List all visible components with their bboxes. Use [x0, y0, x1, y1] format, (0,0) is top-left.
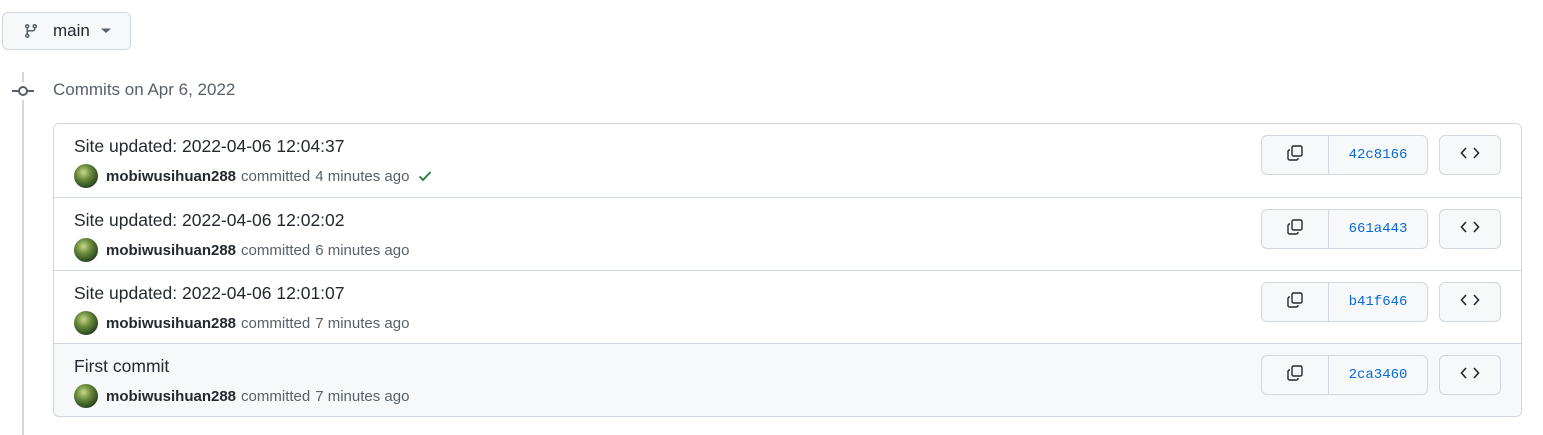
commit-sha-link[interactable]: 2ca3460: [1329, 356, 1427, 394]
caret-down-icon: [100, 27, 112, 35]
timeline-line: [22, 72, 24, 435]
commit-sha-link[interactable]: 661a443: [1329, 210, 1427, 248]
avatar[interactable]: [74, 164, 98, 188]
branch-name: main: [53, 21, 90, 40]
code-icon: [1460, 220, 1480, 239]
browse-repo-button[interactable]: [1439, 209, 1501, 249]
sha-button-group: 2ca3460: [1261, 355, 1428, 395]
git-branch-icon: [23, 23, 39, 39]
avatar[interactable]: [74, 311, 98, 335]
avatar[interactable]: [74, 384, 98, 408]
copy-icon: [1286, 218, 1304, 241]
copy-sha-button[interactable]: [1262, 136, 1329, 174]
sha-button-group: 42c8166: [1261, 135, 1428, 175]
browse-repo-button[interactable]: [1439, 355, 1501, 395]
commit-title-link[interactable]: Site updated: 2022-04-06 12:04:37: [74, 136, 345, 157]
copy-sha-button[interactable]: [1262, 283, 1329, 321]
commit-title-link[interactable]: Site updated: 2022-04-06 12:01:07: [74, 283, 345, 304]
browse-repo-button[interactable]: [1439, 282, 1501, 322]
commit-row: Site updated: 2022-04-06 12:04:37 mobiwu…: [54, 124, 1521, 197]
avatar[interactable]: [74, 238, 98, 262]
committed-label: committed: [241, 167, 311, 185]
commit-list: Site updated: 2022-04-06 12:04:37 mobiwu…: [53, 123, 1522, 417]
committed-label: committed: [241, 241, 311, 259]
commit-meta: mobiwusihuan288 committed 7 minutes ago: [74, 384, 409, 408]
commit-title-link[interactable]: First commit: [74, 356, 169, 377]
author-link[interactable]: mobiwusihuan288: [106, 388, 236, 405]
copy-icon: [1286, 364, 1304, 387]
author-link[interactable]: mobiwusihuan288: [106, 242, 236, 259]
code-icon: [1460, 366, 1480, 385]
commit-time: 4 minutes ago: [315, 167, 410, 185]
code-icon: [1460, 146, 1480, 165]
commit-row: Site updated: 2022-04-06 12:01:07 mobiwu…: [54, 270, 1521, 343]
copy-icon: [1286, 291, 1304, 314]
author-link[interactable]: mobiwusihuan288: [106, 315, 236, 332]
copy-sha-button[interactable]: [1262, 210, 1329, 248]
sha-button-group: b41f646: [1261, 282, 1428, 322]
code-icon: [1460, 293, 1480, 312]
copy-sha-button[interactable]: [1262, 356, 1329, 394]
committed-label: committed: [241, 387, 311, 405]
commit-meta: mobiwusihuan288 committed 7 minutes ago: [74, 311, 409, 335]
git-commit-icon: [12, 82, 34, 100]
browse-repo-button[interactable]: [1439, 135, 1501, 175]
committed-label: committed: [241, 314, 311, 332]
sha-button-group: 661a443: [1261, 209, 1428, 249]
commit-row: Site updated: 2022-04-06 12:02:02 mobiwu…: [54, 197, 1521, 270]
commit-meta: mobiwusihuan288 committed 4 minutes ago: [74, 164, 433, 188]
commit-row: First commit mobiwusihuan288 committed 7…: [54, 343, 1521, 416]
commit-group-heading: Commits on Apr 6, 2022: [53, 80, 236, 99]
commit-time: 7 minutes ago: [315, 314, 410, 332]
commit-sha-link[interactable]: 42c8166: [1329, 136, 1427, 174]
author-link[interactable]: mobiwusihuan288: [106, 168, 236, 185]
branch-select-button[interactable]: main: [2, 12, 131, 50]
commit-meta: mobiwusihuan288 committed 6 minutes ago: [74, 238, 409, 262]
commit-time: 6 minutes ago: [315, 241, 410, 259]
commit-sha-link[interactable]: b41f646: [1329, 283, 1427, 321]
commit-title-link[interactable]: Site updated: 2022-04-06 12:02:02: [74, 210, 345, 231]
check-icon[interactable]: [417, 168, 433, 184]
commit-time: 7 minutes ago: [315, 387, 410, 405]
copy-icon: [1286, 144, 1304, 167]
